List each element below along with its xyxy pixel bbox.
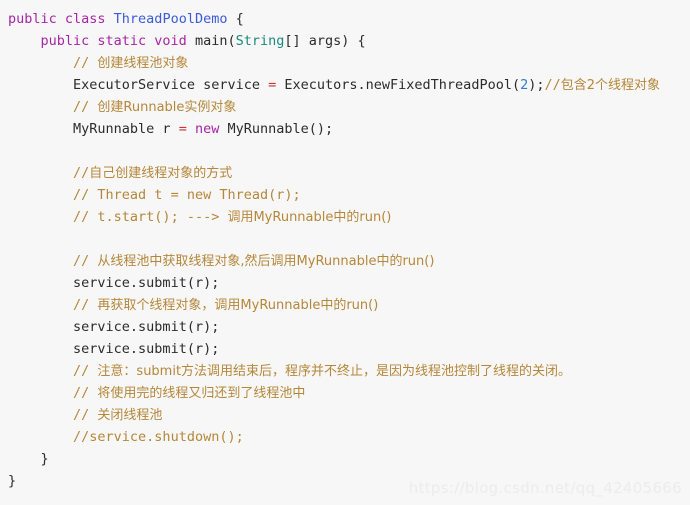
code-token-plain: } xyxy=(8,473,17,489)
code-token-comment: 自己创建线程对象的方式 xyxy=(89,166,233,181)
code-line: // 创建线程池对象 xyxy=(0,52,690,74)
code-token-comment: //service.shutdown(); xyxy=(73,429,244,445)
code-token-kw: public static void xyxy=(40,33,195,49)
code-token-comment: // xyxy=(73,165,90,181)
code-viewer[interactable]: public class ThreadPoolDemo { public sta… xyxy=(0,0,690,505)
code-token-comment: 再获取个线程对象，调用MyRunnable中的run() xyxy=(97,298,379,313)
code-token-plain: { xyxy=(227,11,244,27)
code-line: // 关闭线程池 xyxy=(0,404,690,426)
code-line: service.submit(r); xyxy=(0,316,690,338)
code-token-plain: service.submit(r); xyxy=(73,319,220,335)
code-line: service.submit(r); xyxy=(0,272,690,294)
code-token-comment: 调用MyRunnable中的run() xyxy=(227,210,392,225)
code-token-comment: // xyxy=(73,99,98,115)
code-token-plain: ExecutorService service xyxy=(73,77,269,93)
code-line: // 再获取个线程对象，调用MyRunnable中的run() xyxy=(0,294,690,316)
code-line: //自己创建线程对象的方式 xyxy=(0,162,690,184)
code-line: // 将使用完的线程又归还到了线程池中 xyxy=(0,382,690,404)
code-token-op: = xyxy=(178,121,187,137)
code-token-comment: 注意：submit方法调用结束后，程序并不终止，是因为线程池控制了线程的关闭。 xyxy=(97,364,572,379)
code-line: ExecutorService service = Executors.newF… xyxy=(0,74,690,96)
code-token-comment: // xyxy=(73,363,98,379)
code-token-comment: // xyxy=(73,253,98,269)
code-token-comment: // xyxy=(73,385,98,401)
code-token-num: 2 xyxy=(520,77,529,93)
code-token-comment: // t.start(); ---> xyxy=(73,209,228,225)
code-line: // 创建Runnable实例对象 xyxy=(0,96,690,118)
code-token-type: ThreadPoolDemo xyxy=(113,11,228,27)
code-line: } xyxy=(0,448,690,470)
code-token-plain: service.submit(r); xyxy=(73,275,220,291)
code-token-plain: Executors.newFixedThreadPool( xyxy=(276,77,521,93)
code-token-plain: MyRunnable(); xyxy=(219,121,334,137)
code-token-comment: // xyxy=(73,55,98,71)
code-token-comment: 创建Runnable实例对象 xyxy=(97,100,237,115)
code-token-plain: } xyxy=(40,451,49,467)
code-token-comment: // xyxy=(73,407,98,423)
code-line: // 从线程池中获取线程对象,然后调用MyRunnable中的run() xyxy=(0,250,690,272)
code-line: public class ThreadPoolDemo { xyxy=(0,8,690,30)
code-token-comment: 从线程池中获取线程对象,然后调用MyRunnable中的run() xyxy=(97,254,435,269)
code-token-plain: main( xyxy=(194,33,236,49)
code-token-comment: 包含2个线程对象 xyxy=(560,78,661,93)
code-token-plain: [] args) { xyxy=(284,33,366,49)
code-token-comment: 将使用完的线程又归还到了线程池中 xyxy=(97,386,306,401)
code-line: public static void main(String[] args) { xyxy=(0,30,690,52)
code-token-plain: service.submit(r); xyxy=(73,341,220,357)
code-line: service.submit(r); xyxy=(0,338,690,360)
code-token-comment: // Thread t = new Thread(r); xyxy=(73,187,301,203)
code-line: // Thread t = new Thread(r); xyxy=(0,184,690,206)
code-token-comment: 关闭线程池 xyxy=(97,408,163,423)
code-token-type2: String xyxy=(235,33,285,49)
code-line: // 注意：submit方法调用结束后，程序并不终止，是因为线程池控制了线程的关… xyxy=(0,360,690,382)
code-line: //service.shutdown(); xyxy=(0,426,690,448)
code-lines-container: public class ThreadPoolDemo { public sta… xyxy=(0,8,690,492)
code-token-plain: ); xyxy=(528,77,545,93)
code-token-comment: 创建线程池对象 xyxy=(97,56,189,71)
watermark-text: https://blog.csdn.net/qq_42405666 xyxy=(408,479,682,497)
code-token-kw: new xyxy=(194,121,220,137)
code-token-comment: // xyxy=(73,297,98,313)
code-token-plain: MyRunnable r xyxy=(73,121,179,137)
code-line: // t.start(); ---> 调用MyRunnable中的run() xyxy=(0,206,690,228)
code-token-comment: // xyxy=(544,77,561,93)
code-line: MyRunnable r = new MyRunnable(); xyxy=(0,118,690,140)
code-token-kw: public class xyxy=(8,11,114,27)
